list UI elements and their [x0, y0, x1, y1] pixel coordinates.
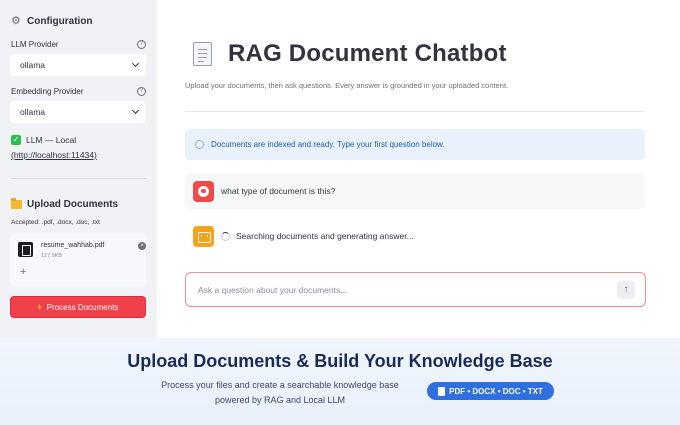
banner-title: Upload Documents & Build Your Knowledge … — [127, 351, 553, 371]
upload-title: Upload Documents — [27, 199, 119, 210]
formats-text: PDF • DOCX • DOC • TXT — [449, 386, 543, 396]
llm-provider-value: ollama — [20, 60, 46, 70]
user-avatar-icon — [193, 180, 214, 202]
lightning-icon — [37, 303, 42, 311]
add-file-button[interactable]: + — [20, 266, 26, 278]
chat-input-container: ↑ — [185, 272, 646, 307]
info-alert: Documents are indexed and ready. Type yo… — [185, 129, 645, 160]
banner-subtitle-line1: Process your files and create a searchab… — [161, 380, 399, 390]
info-message: Documents are indexed and ready. Type yo… — [211, 140, 445, 149]
chevron-down-icon — [131, 59, 140, 68]
localhost-link[interactable]: (http://localhost:11434) — [11, 150, 97, 160]
help-icon[interactable]: ? — [137, 87, 146, 96]
llm-provider-select[interactable]: ollama — [10, 54, 146, 76]
embedding-provider-label: Embedding Provider — [11, 87, 84, 96]
upload-header: Upload Documents — [11, 198, 119, 210]
file-name: resume_wahhab.pdf — [41, 242, 105, 249]
page-title: RAG Document Chatbot — [228, 40, 507, 67]
send-button[interactable]: ↑ — [617, 281, 635, 299]
document-icon — [193, 42, 212, 66]
llm-provider-label: LLM Provider — [11, 40, 59, 49]
configuration-title: Configuration — [27, 16, 93, 27]
llm-status-url-row: (http://localhost:11434) — [11, 150, 97, 160]
accepted-formats: Accepted: .pdf, .docx, .doc, .txt — [11, 219, 100, 226]
file-size: 127.9KB — [41, 253, 63, 259]
llm-provider-label-row: LLM Provider ? — [11, 40, 146, 49]
spinner-icon — [221, 231, 230, 241]
chat-input[interactable] — [198, 282, 598, 298]
main-divider — [185, 111, 645, 112]
file-icon — [18, 242, 33, 257]
configuration-header: ⚙ Configuration — [11, 15, 93, 28]
assistant-message: Searching documents and generating answe… — [185, 218, 645, 254]
embedding-provider-value: ollama — [20, 107, 46, 117]
file-icon — [438, 386, 446, 396]
folder-icon — [11, 198, 22, 209]
chevron-down-icon — [131, 106, 140, 115]
check-icon: ✓ — [11, 135, 21, 145]
llm-status-text: LLM — Local — [26, 135, 77, 145]
file-uploader[interactable]: resume_wahhab.pdf 127.9KB × + — [10, 234, 146, 286]
info-icon — [195, 140, 204, 149]
assistant-message-text: Searching documents and generating answe… — [236, 231, 414, 241]
sidebar: ⚙ Configuration LLM Provider ? ollama Em… — [0, 0, 157, 338]
user-message-text: what type of document is this? — [221, 186, 336, 196]
formats-badge: PDF • DOCX • DOC • TXT — [427, 382, 554, 400]
bot-avatar-icon — [193, 225, 214, 247]
banner-subtitle-line2: powered by RAG and Local LLM — [214, 395, 346, 405]
page-subtitle: Upload your documents, then ask question… — [185, 81, 509, 90]
user-message: what type of document is this? — [185, 173, 645, 209]
llm-status: ✓ LLM — Local — [11, 135, 76, 145]
uploaded-file: resume_wahhab.pdf 127.9KB × — [18, 239, 146, 263]
close-icon[interactable]: × — [138, 242, 146, 250]
help-icon[interactable]: ? — [137, 40, 146, 49]
gear-icon: ⚙ — [11, 15, 21, 27]
embedding-provider-select[interactable]: ollama — [10, 101, 146, 123]
embedding-provider-label-row: Embedding Provider ? — [11, 87, 146, 96]
promo-banner: Upload Documents & Build Your Knowledge … — [0, 338, 680, 425]
process-documents-label: Process Documents — [46, 302, 119, 312]
main-content: RAG Document Chatbot Upload your documen… — [157, 0, 680, 338]
process-documents-button[interactable]: Process Documents — [10, 296, 146, 318]
sidebar-divider — [11, 178, 147, 179]
